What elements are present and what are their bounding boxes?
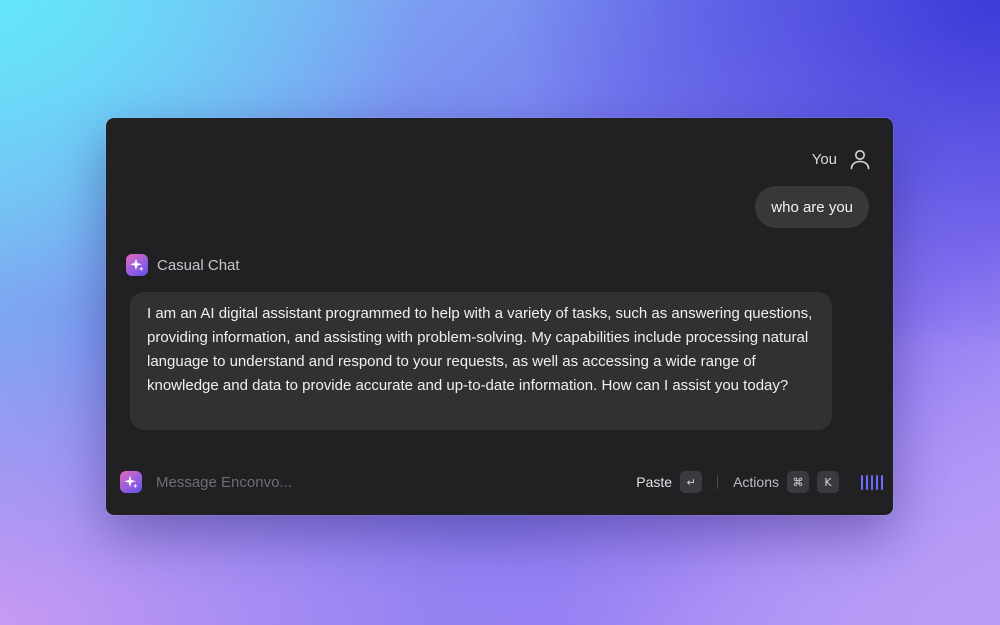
actions-label: Actions: [733, 474, 779, 490]
chat-window: You who are you Casual Chat I am an AI d…: [106, 118, 893, 515]
command-key-icon: ⌘: [787, 471, 809, 493]
divider: [717, 475, 719, 489]
paste-label: Paste: [636, 474, 673, 490]
composer-bar: Paste ↵ Actions ⌘ K: [120, 468, 883, 496]
actions-button[interactable]: Actions ⌘ K: [733, 471, 839, 493]
paste-button[interactable]: Paste ↵: [636, 471, 703, 493]
user-message-text: who are you: [771, 198, 853, 216]
message-input[interactable]: [156, 473, 637, 491]
assistant-message-bubble: I am an AI digital assistant programmed …: [130, 292, 832, 430]
assistant-message-text: I am an AI digital assistant programmed …: [147, 305, 813, 394]
user-header: You: [812, 148, 871, 170]
k-key: K: [817, 471, 839, 493]
user-message-bubble: who are you: [755, 186, 869, 228]
return-key-icon: ↵: [680, 471, 703, 493]
person-icon: [849, 148, 871, 170]
sparkle-icon[interactable]: [120, 471, 142, 493]
voice-wave-icon[interactable]: [861, 473, 883, 491]
user-label: You: [811, 150, 837, 168]
assistant-header: Casual Chat: [126, 254, 240, 276]
assistant-name: Casual Chat: [157, 256, 240, 274]
sparkle-icon: [126, 254, 148, 276]
